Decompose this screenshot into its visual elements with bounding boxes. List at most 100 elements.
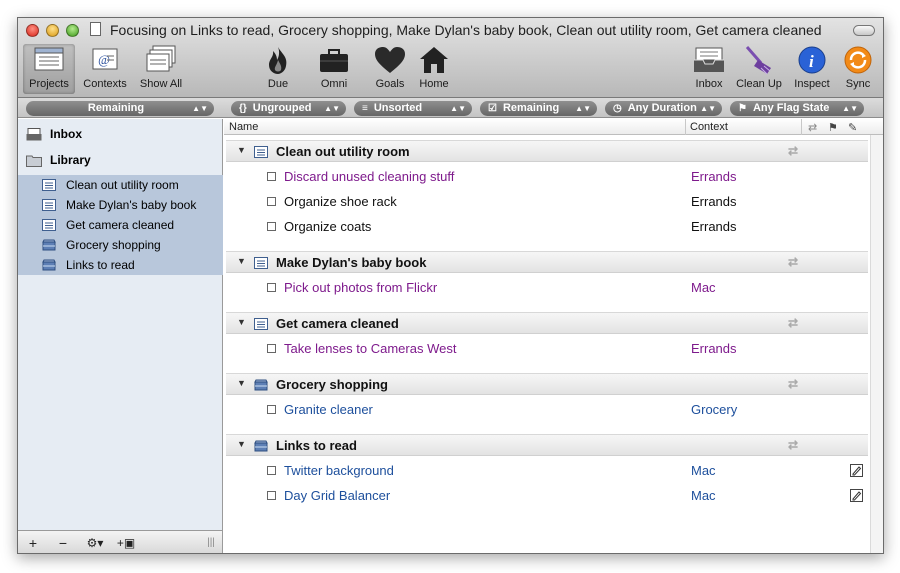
task-name[interactable]: Day Grid Balancer bbox=[284, 488, 390, 503]
project-row[interactable]: ▼ Grocery shopping ⇄ bbox=[226, 373, 868, 395]
note-icon[interactable] bbox=[850, 489, 863, 502]
task-name[interactable]: Organize shoe rack bbox=[284, 194, 397, 209]
task-name[interactable]: Take lenses to Cameras West bbox=[284, 341, 456, 356]
project-row[interactable]: ▼ Make Dylan's baby book ⇄ bbox=[226, 251, 868, 273]
task-context[interactable]: Mac bbox=[691, 280, 716, 295]
task-name[interactable]: Granite cleaner bbox=[284, 402, 373, 417]
task-row[interactable]: Discard unused cleaning stuff Errands bbox=[224, 165, 868, 190]
sidebar-item-project[interactable]: Make Dylan's baby book bbox=[18, 195, 223, 215]
sidebar-filter-popup[interactable]: Remaining ▲▼ bbox=[26, 101, 214, 116]
task-checkbox[interactable] bbox=[267, 197, 276, 206]
project-icon bbox=[254, 257, 268, 269]
task-checkbox[interactable] bbox=[267, 491, 276, 500]
omni-button[interactable]: Omni bbox=[314, 44, 354, 94]
note-icon[interactable] bbox=[850, 464, 863, 477]
column-name[interactable]: Name bbox=[229, 121, 258, 133]
task-name[interactable]: Discard unused cleaning stuff bbox=[284, 169, 454, 184]
task-row[interactable]: Twitter background Mac bbox=[224, 459, 868, 484]
task-checkbox[interactable] bbox=[267, 172, 276, 181]
sidebar-item-library[interactable]: Library bbox=[18, 150, 223, 170]
task-row[interactable]: Organize coats Errands bbox=[224, 215, 868, 240]
task-row[interactable]: Take lenses to Cameras West Errands bbox=[224, 337, 868, 362]
single-action-list-icon bbox=[42, 259, 56, 271]
task-row[interactable]: Pick out photos from Flickr Mac bbox=[224, 276, 868, 301]
disclosure-triangle-icon[interactable]: ▼ bbox=[237, 256, 246, 266]
column-divider[interactable] bbox=[801, 119, 802, 135]
project-title: Grocery shopping bbox=[276, 377, 388, 392]
task-context[interactable]: Mac bbox=[691, 488, 716, 503]
project-row[interactable]: ▼ Get camera cleaned ⇄ bbox=[226, 312, 868, 334]
braces-icon: {} bbox=[239, 103, 247, 114]
toolbar-toggle-button[interactable] bbox=[853, 25, 875, 36]
sidebar-item-project[interactable]: Get camera cleaned bbox=[18, 215, 223, 235]
show-all-button[interactable]: Show All bbox=[135, 44, 187, 94]
document-icon[interactable] bbox=[90, 22, 101, 36]
resize-handle-icon[interactable]: ||| bbox=[204, 533, 218, 553]
vertical-scrollbar[interactable] bbox=[870, 135, 883, 553]
task-checkbox[interactable] bbox=[267, 405, 276, 414]
task-checkbox[interactable] bbox=[267, 222, 276, 231]
duration-popup[interactable]: ◷ Any Duration ▲▼ bbox=[605, 101, 722, 116]
task-context[interactable]: Errands bbox=[691, 169, 737, 184]
minimize-button[interactable] bbox=[46, 24, 59, 37]
project-row[interactable]: ▼ Clean out utility room ⇄ bbox=[226, 140, 868, 162]
disclosure-triangle-icon[interactable]: ▼ bbox=[237, 145, 246, 155]
task-row[interactable]: Granite cleaner Grocery bbox=[224, 398, 868, 423]
repeat-icon: ⇄ bbox=[788, 438, 799, 452]
disclosure-triangle-icon[interactable]: ▼ bbox=[237, 317, 246, 327]
task-checkbox[interactable] bbox=[267, 283, 276, 292]
popup-arrows-icon: ▲▼ bbox=[324, 104, 340, 113]
contexts-button[interactable]: @ Contexts bbox=[80, 44, 130, 94]
add-folder-icon[interactable]: +▣ bbox=[114, 533, 138, 553]
inbox-tray-icon bbox=[26, 128, 42, 141]
sync-label: Sync bbox=[845, 78, 871, 90]
sidebar-filter-value: Remaining bbox=[87, 102, 145, 114]
project-row[interactable]: ▼ Links to read ⇄ bbox=[226, 434, 868, 456]
disclosure-triangle-icon[interactable]: ▼ bbox=[237, 378, 246, 388]
close-button[interactable] bbox=[26, 24, 39, 37]
sorting-popup[interactable]: ≡ Unsorted ▲▼ bbox=[354, 101, 472, 116]
home-button[interactable]: Home bbox=[414, 44, 454, 94]
task-context[interactable]: Errands bbox=[691, 194, 737, 209]
inspect-button[interactable]: i Inspect bbox=[790, 44, 834, 94]
column-context[interactable]: Context bbox=[690, 121, 728, 133]
project-icon bbox=[254, 146, 268, 158]
projects-button[interactable]: Projects bbox=[23, 44, 75, 94]
inbox-button[interactable]: Inbox bbox=[690, 44, 728, 94]
task-context[interactable]: Grocery bbox=[691, 402, 737, 417]
popup-arrows-icon: ▲▼ bbox=[450, 104, 466, 113]
task-context[interactable]: Mac bbox=[691, 463, 716, 478]
status-popup[interactable]: ☑ Remaining ▲▼ bbox=[480, 101, 597, 116]
task-context[interactable]: Errands bbox=[691, 219, 737, 234]
repeat-icon: ⇄ bbox=[788, 144, 799, 158]
remove-icon[interactable]: − bbox=[52, 533, 74, 553]
grouping-popup[interactable]: {} Ungrouped ▲▼ bbox=[231, 101, 346, 116]
main-outline: Name Context ⇄ ⚑ ✎ ▼ Clean out utility r… bbox=[224, 119, 883, 553]
task-context[interactable]: Errands bbox=[691, 341, 737, 356]
task-checkbox[interactable] bbox=[267, 466, 276, 475]
add-icon[interactable]: + bbox=[22, 533, 44, 553]
sidebar-item-project[interactable]: Clean out utility room bbox=[18, 175, 223, 195]
goals-button[interactable]: Goals bbox=[370, 44, 410, 94]
due-button[interactable]: Due bbox=[258, 44, 298, 94]
sidebar-item-project[interactable]: Links to read bbox=[18, 255, 223, 275]
task-name[interactable]: Organize coats bbox=[284, 219, 371, 234]
task-checkbox[interactable] bbox=[267, 344, 276, 353]
clean-up-button[interactable]: Clean Up bbox=[732, 44, 786, 94]
sync-button[interactable]: Sync bbox=[838, 44, 878, 94]
column-divider[interactable] bbox=[685, 119, 686, 135]
zoom-button[interactable] bbox=[66, 24, 79, 37]
gear-icon[interactable]: ⚙▾ bbox=[82, 533, 108, 553]
disclosure-triangle-icon[interactable]: ▼ bbox=[237, 439, 246, 449]
sidebar-item-inbox[interactable]: Inbox bbox=[18, 124, 223, 144]
task-name[interactable]: Pick out photos from Flickr bbox=[284, 280, 437, 295]
flag-column-icon[interactable]: ⚑ bbox=[828, 121, 838, 134]
note-column-icon[interactable]: ✎ bbox=[848, 121, 857, 134]
task-name[interactable]: Twitter background bbox=[284, 463, 394, 478]
sidebar-bottom-bar: + − ⚙▾ +▣ ||| bbox=[18, 530, 223, 553]
flag-popup[interactable]: ⚑ Any Flag State ▲▼ bbox=[730, 101, 864, 116]
repeat-column-icon[interactable]: ⇄ bbox=[808, 121, 817, 134]
sidebar-item-project[interactable]: Grocery shopping bbox=[18, 235, 223, 255]
task-row[interactable]: Organize shoe rack Errands bbox=[224, 190, 868, 215]
task-row[interactable]: Day Grid Balancer Mac bbox=[224, 484, 868, 509]
